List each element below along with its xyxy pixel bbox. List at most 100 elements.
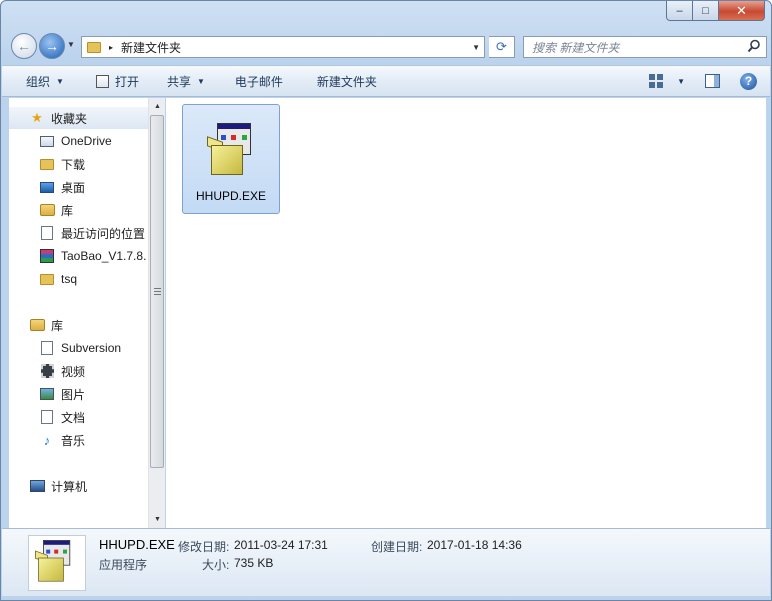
documents-icon	[39, 409, 55, 425]
navigation-pane: ★ 收藏夹 OneDrive 下载 桌面 库 最近访问的位置 TaoBao_V1…	[9, 98, 148, 528]
nav-item-label: OneDrive	[61, 134, 112, 148]
nav-item-library[interactable]: 库	[39, 199, 73, 221]
nav-item-downloads[interactable]: 下载	[39, 153, 85, 175]
folder-icon	[87, 41, 101, 53]
change-view-icon[interactable]	[649, 74, 664, 88]
details-pane: HHUPD.EXE 应用程序 修改日期: 2011-03-24 17:31 创建…	[2, 528, 770, 596]
music-icon: ♪	[43, 432, 51, 448]
file-name: HHUPD.EXE	[195, 189, 266, 203]
chevron-down-icon: ▼	[196, 76, 205, 86]
nav-item-recent-places[interactable]: 最近访问的位置	[39, 222, 145, 244]
address-dropdown-icon[interactable]: ▼	[472, 43, 480, 52]
details-file-type: 应用程序	[99, 558, 148, 572]
nav-computer-label: 计算机	[51, 479, 88, 494]
recent-pages-dropdown[interactable]: ▼	[67, 40, 75, 49]
breadcrumb-current[interactable]: 新建文件夹	[121, 39, 181, 56]
open-button[interactable]: 打开	[95, 66, 139, 96]
command-bar: 组织 ▼ 打开 共享 ▼ 电子邮件 新建文件夹 ▼ ?	[2, 65, 770, 97]
subversion-icon	[39, 340, 55, 356]
nav-favorites-label: 收藏夹	[51, 111, 88, 126]
nav-item-desktop[interactable]: 桌面	[39, 176, 85, 198]
recent-places-icon	[39, 225, 55, 241]
nav-item-subversion[interactable]: Subversion	[39, 337, 121, 359]
share-label: 共享	[166, 74, 191, 89]
nav-item-videos[interactable]: 视频	[39, 360, 85, 382]
downloads-folder-icon	[39, 156, 55, 172]
preview-pane-icon[interactable]	[705, 74, 720, 88]
desktop-icon	[39, 179, 55, 195]
created-label: 创建日期:	[371, 540, 423, 554]
scroll-up-button[interactable]: ▲	[149, 98, 166, 115]
onedrive-icon	[39, 133, 55, 149]
nav-item-label: 视频	[61, 364, 86, 379]
pictures-icon	[39, 386, 55, 402]
file-list[interactable]: HHUPD.EXE	[166, 98, 766, 528]
nav-item-label: 文档	[61, 410, 86, 425]
address-bar[interactable]: ▸ 新建文件夹 ▼	[81, 36, 485, 58]
back-button[interactable]: ←	[11, 33, 37, 59]
nav-item-documents[interactable]: 文档	[39, 406, 85, 428]
size-value: 735 KB	[234, 556, 274, 570]
nav-item-music[interactable]: ♪ 音乐	[39, 429, 85, 451]
email-label: 电子邮件	[234, 74, 283, 89]
nav-item-label: 图片	[61, 387, 86, 402]
navigation-scrollbar[interactable]: ▲ ▼	[148, 98, 165, 528]
email-button[interactable]: 电子邮件	[235, 66, 283, 96]
new-folder-button[interactable]: 新建文件夹	[317, 66, 377, 96]
modified-label: 修改日期:	[178, 540, 230, 554]
caption-buttons: – □ ✕	[666, 1, 765, 21]
scroll-thumb[interactable]	[150, 115, 164, 468]
folder-icon	[39, 271, 55, 287]
close-button[interactable]: ✕	[719, 1, 765, 21]
nav-item-pictures[interactable]: 图片	[39, 383, 85, 405]
video-icon	[39, 363, 55, 379]
created-value: 2017-01-18 14:36	[427, 538, 522, 552]
search-placeholder: 搜索 新建文件夹	[532, 40, 620, 55]
nav-item-label: 音乐	[61, 433, 86, 448]
organize-button[interactable]: 组织 ▼	[26, 66, 64, 96]
explorer-window: – □ ✕ ← → ▼ ▸ 新建文件夹 ▼ ⟳ 搜索 新建文件夹 组织 ▼ 打开…	[0, 0, 772, 601]
nav-item-label: 库	[61, 203, 74, 218]
scroll-down-button[interactable]: ▼	[149, 511, 166, 528]
forward-button[interactable]: →	[39, 33, 65, 59]
nav-item-taobao[interactable]: TaoBao_V1.7.8.	[39, 245, 146, 267]
nav-computer[interactable]: 计算机	[29, 475, 87, 497]
new-folder-label: 新建文件夹	[316, 74, 377, 89]
share-button[interactable]: 共享 ▼	[167, 66, 205, 96]
refresh-button[interactable]: ⟳	[489, 36, 515, 58]
modified-value: 2011-03-24 17:31	[234, 538, 328, 552]
nav-item-onedrive[interactable]: OneDrive	[39, 130, 112, 152]
search-icon[interactable]	[747, 39, 761, 53]
nav-item-label: 最近访问的位置	[61, 226, 146, 241]
search-input[interactable]: 搜索 新建文件夹	[523, 36, 767, 58]
help-icon[interactable]: ?	[740, 72, 757, 90]
nav-item-label: 桌面	[61, 180, 86, 195]
computer-icon	[29, 478, 45, 494]
nav-libraries-label: 库	[51, 318, 64, 333]
details-file-name: HHUPD.EXE	[99, 537, 175, 552]
navigation-bar: ← → ▼ ▸ 新建文件夹 ▼ ⟳ 搜索 新建文件夹	[9, 31, 767, 61]
installer-icon	[35, 540, 73, 585]
library-icon	[39, 202, 55, 218]
nav-favorites[interactable]: ★ 收藏夹	[9, 107, 148, 129]
open-label: 打开	[114, 74, 139, 89]
nav-item-label: tsq	[61, 272, 78, 286]
nav-item-tsq[interactable]: tsq	[39, 268, 77, 290]
nav-libraries[interactable]: 库	[29, 314, 63, 336]
winrar-icon	[39, 248, 55, 264]
nav-item-label: Subversion	[61, 341, 122, 355]
minimize-button[interactable]: –	[666, 1, 693, 21]
nav-item-label: 下载	[61, 157, 86, 172]
toolbar-right: ▼ ?	[649, 66, 770, 96]
file-item[interactable]: HHUPD.EXE	[182, 104, 280, 214]
open-icon	[95, 74, 109, 88]
breadcrumb-separator-icon[interactable]: ▸	[109, 43, 113, 52]
organize-label: 组织	[26, 74, 51, 89]
nav-item-label: TaoBao_V1.7.8.	[61, 249, 147, 263]
maximize-button[interactable]: □	[693, 1, 719, 21]
library-icon	[29, 317, 45, 333]
chevron-down-icon: ▼	[56, 76, 64, 86]
view-options-dropdown[interactable]: ▼	[677, 77, 685, 86]
installer-icon	[207, 123, 255, 179]
star-icon: ★	[31, 110, 43, 125]
